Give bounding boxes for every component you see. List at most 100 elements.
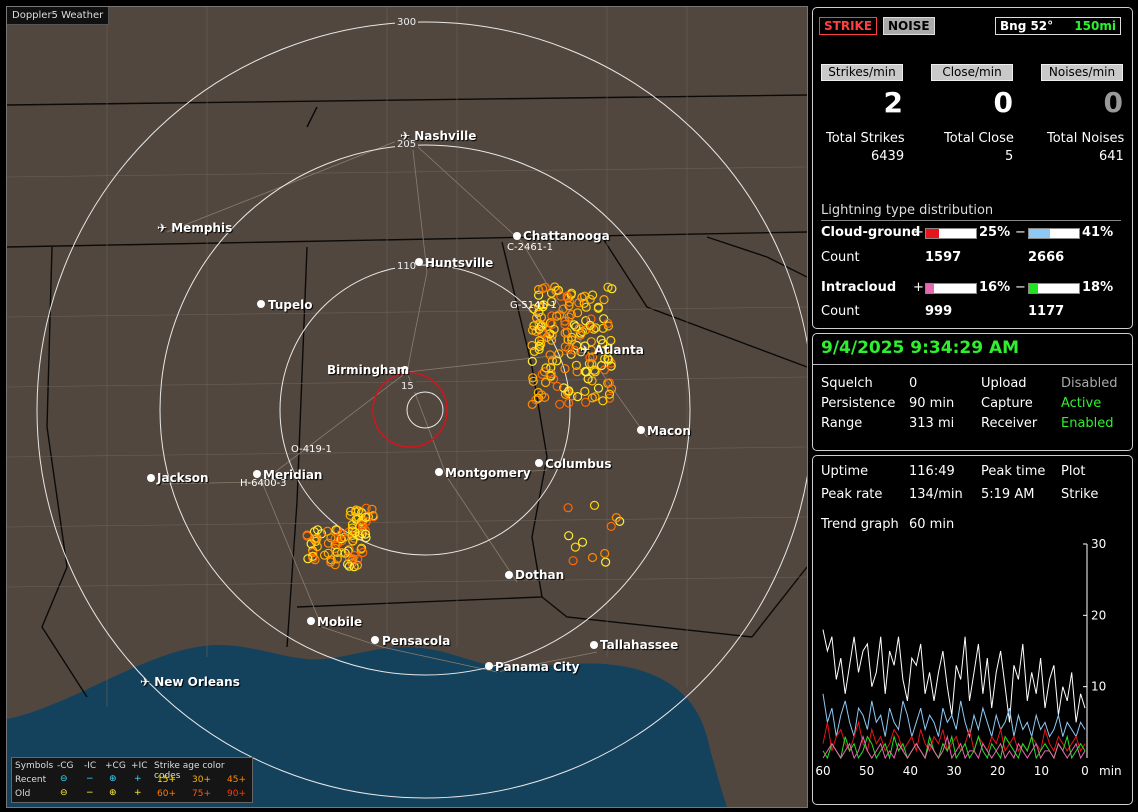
legend-symbols-title: Symbols: [15, 761, 54, 771]
age-code: 30+: [192, 775, 211, 785]
city-pensacola: Pensacola: [382, 634, 451, 648]
city-panama-city: Panama City: [495, 660, 580, 674]
plot-label: Plot: [1061, 464, 1086, 479]
distribution-title: Lightning type distribution: [821, 203, 994, 218]
city-dot: [415, 258, 423, 266]
city-nashville: ✈ Nashville: [400, 129, 477, 143]
strike-tab[interactable]: STRIKE: [819, 17, 878, 35]
strike-marker: [540, 377, 551, 388]
city-new-orleans: ✈ New Orleans: [140, 675, 240, 689]
x-tick-label: 0: [1081, 764, 1089, 778]
ic-negative-count: 1177: [1028, 304, 1065, 319]
strike-marker: [600, 548, 610, 559]
plus-sign: +: [913, 225, 924, 240]
x-tick-label: 10: [1034, 764, 1049, 778]
city-dot: [485, 662, 493, 670]
strike-marker: [600, 557, 611, 567]
cg-positive-count: 1597: [925, 250, 962, 265]
upload-label: Upload: [981, 376, 1027, 391]
pos-ic-recent-icon: +: [134, 774, 142, 784]
plot-value[interactable]: Strike: [1061, 487, 1098, 502]
noises-per-min-button[interactable]: Noises/min: [1041, 64, 1123, 81]
range-label-15: 15: [399, 381, 416, 392]
city-dot: [590, 641, 598, 649]
strike-marker: [568, 556, 578, 566]
strike-marker: [577, 537, 588, 547]
peak-time-value: 5:19 AM: [981, 487, 1035, 502]
trend-graph-value: 60 min: [909, 517, 955, 532]
noise-tab[interactable]: NOISE: [883, 17, 935, 35]
neg-ic-old-icon: −: [86, 788, 94, 798]
capture-label: Capture: [981, 396, 1033, 411]
storm-label[interactable]: C-2461-1: [507, 242, 553, 253]
city-tallahassee: Tallahassee: [600, 638, 679, 652]
strike-marker: [564, 398, 574, 408]
close-per-min-value: 0: [993, 86, 1013, 119]
total-close-label: Total Close: [944, 131, 1014, 146]
city-mobile: Mobile: [317, 615, 363, 629]
strike-markers: [302, 282, 625, 572]
age-code: 90+: [227, 789, 246, 799]
intracloud-label: Intracloud: [821, 280, 897, 295]
range-label-300: 300: [395, 17, 419, 28]
close-per-min-button[interactable]: Close/min: [931, 64, 1013, 81]
city-dot: [435, 468, 443, 476]
city-macon: Macon: [647, 424, 691, 438]
ic-negative-bar: [1028, 283, 1080, 294]
settings-panel: 9/4/2025 9:34:29 AM Squelch 0 Upload Dis…: [812, 333, 1133, 451]
legend-col: -IC: [84, 761, 97, 771]
minus-sign: −: [1015, 225, 1026, 240]
strike-marker: [555, 399, 565, 409]
x-tick-label: 20: [990, 764, 1005, 778]
city-dot: [535, 459, 543, 467]
strike-marker: [581, 316, 591, 326]
range-label: Range: [821, 416, 863, 431]
strike-marker: [606, 521, 616, 532]
cg-positive-pct: 25%: [979, 225, 1011, 240]
storm-label[interactable]: H-6400-3: [240, 478, 287, 489]
y-tick-label: 10: [1091, 680, 1106, 694]
age-code: 60+: [157, 789, 176, 799]
total-noises-value: 641: [1099, 149, 1124, 164]
city-columbus: Columbus: [545, 457, 612, 471]
count-label: Count: [821, 304, 860, 319]
strike-marker: [593, 383, 604, 393]
minus-sign: −: [1015, 280, 1026, 295]
city-tupelo: Tupelo: [268, 298, 313, 312]
strike-marker: [587, 552, 598, 563]
total-strikes-value: 6439: [871, 149, 905, 164]
x-unit-label: min: [1099, 764, 1122, 778]
radar-map[interactable]: Doppler5 Weather 300 205 110 15 Birmingh…: [6, 6, 808, 808]
city-dot: [505, 571, 513, 579]
storm-label[interactable]: O-419-1: [291, 444, 332, 455]
peak-rate-value: 134/min: [909, 487, 963, 502]
strike-marker: [563, 503, 573, 513]
cloud-ground-label: Cloud-ground: [821, 225, 921, 240]
strikes-per-min-button[interactable]: Strikes/min: [821, 64, 903, 81]
city-dot: [147, 474, 155, 482]
city-dot: [513, 232, 521, 240]
strike-marker: [361, 503, 371, 513]
neg-cg-recent-icon: ⊖: [60, 774, 68, 784]
city-huntsville: Huntsville: [425, 256, 494, 270]
x-tick-label: 40: [903, 764, 918, 778]
city-dot: [307, 617, 315, 625]
pos-cg-recent-icon: ⊕: [109, 774, 117, 784]
storm-label[interactable]: G-5141-1: [510, 300, 557, 311]
legend-recent-label: Recent: [15, 775, 47, 785]
city-jackson: Jackson: [157, 471, 209, 485]
receiver-value: Enabled: [1061, 416, 1114, 431]
bearing-value: Bng 52°: [1000, 19, 1054, 33]
cg-negative-count: 2666: [1028, 250, 1065, 265]
app-title: Doppler5 Weather: [7, 7, 110, 25]
strike-marker: [580, 386, 590, 396]
x-tick-label: 30: [946, 764, 961, 778]
total-strikes-label: Total Strikes: [826, 131, 905, 146]
divider: [813, 364, 1132, 365]
strike-marker: [570, 542, 581, 552]
city-chattanooga: Chattanooga: [523, 229, 610, 243]
age-code: 15+: [157, 775, 176, 785]
city-birmingham: Birmingham: [327, 363, 410, 377]
strike-marker: [589, 500, 600, 510]
y-tick-label: 20: [1091, 608, 1106, 622]
